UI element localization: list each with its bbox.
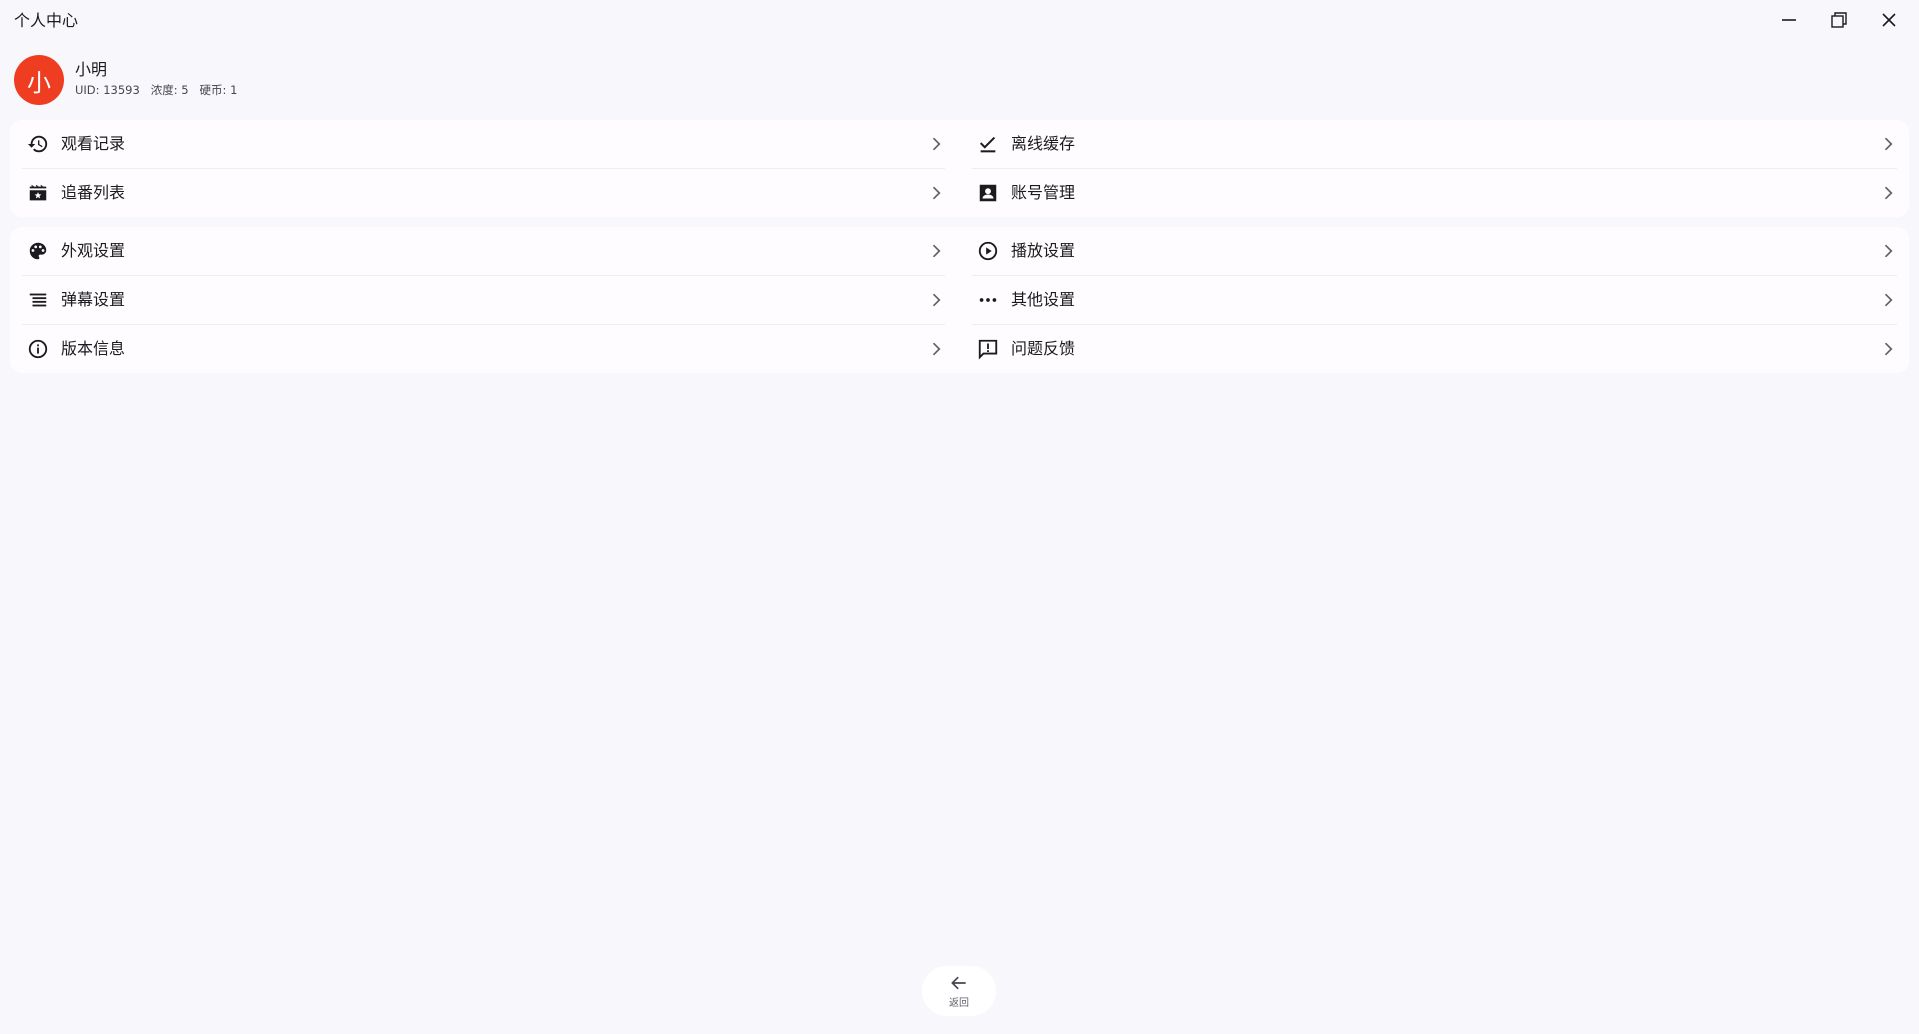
menu-item-feedback[interactable]: 问题反馈 xyxy=(960,325,1909,373)
menu-item-follow-list[interactable]: 追番列表 xyxy=(10,169,957,217)
subject-icon xyxy=(26,288,50,312)
menu-item-label: 账号管理 xyxy=(1011,183,1076,202)
history-icon xyxy=(26,132,50,156)
menu-item-label: 外观设置 xyxy=(61,241,126,260)
menu-item-label: 弹幕设置 xyxy=(61,290,126,309)
username: 小明 xyxy=(75,59,108,79)
maximize-button[interactable] xyxy=(1814,0,1864,40)
profile-info: 小明 UID: 13593 浓度: 5 硬币: 1 xyxy=(75,60,238,97)
check-icon xyxy=(976,132,1000,156)
menu-item-label: 播放设置 xyxy=(1011,241,1076,260)
menu-item-other-settings[interactable]: 其他设置 xyxy=(960,276,1909,324)
user-stats: UID: 13593 浓度: 5 硬币: 1 xyxy=(75,82,238,97)
chevron-right-icon xyxy=(925,240,947,262)
chevron-right-icon xyxy=(925,338,947,360)
menu-item-label: 追番列表 xyxy=(61,183,126,202)
menu-item-appearance-settings[interactable]: 外观设置 xyxy=(10,227,957,275)
chevron-right-icon xyxy=(925,182,947,204)
close-icon xyxy=(1882,13,1896,27)
avatar[interactable]: 小 xyxy=(14,55,64,105)
chevron-right-icon xyxy=(1877,133,1899,155)
maximize-icon xyxy=(1831,12,1847,28)
back-button[interactable]: 返回 xyxy=(922,966,996,1016)
chevron-right-icon xyxy=(1877,289,1899,311)
close-button[interactable] xyxy=(1864,0,1914,40)
menu-item-offline-cache[interactable]: 离线缓存 xyxy=(960,120,1909,168)
arrow-back-icon xyxy=(949,973,969,997)
menu-item-label: 观看记录 xyxy=(61,134,126,153)
menu-item-playback-settings[interactable]: 播放设置 xyxy=(960,227,1909,275)
chevron-right-icon xyxy=(925,289,947,311)
menu-item-history[interactable]: 观看记录 xyxy=(10,120,957,168)
minimize-icon xyxy=(1782,19,1796,21)
menu-item-label: 其他设置 xyxy=(1011,290,1076,309)
menu-item-label: 离线缓存 xyxy=(1011,134,1076,153)
back-label: 返回 xyxy=(949,998,969,1009)
window-title: 个人中心 xyxy=(14,11,79,30)
chevron-right-icon xyxy=(925,133,947,155)
play-circle-icon xyxy=(976,239,1000,263)
chevron-right-icon xyxy=(1877,240,1899,262)
minimize-button[interactable] xyxy=(1764,0,1814,40)
profile-header[interactable]: 小 小明 UID: 13593 浓度: 5 硬币: 1 xyxy=(14,55,237,105)
info-icon xyxy=(26,337,50,361)
chevron-right-icon xyxy=(1877,182,1899,204)
menu-item-danmaku-settings[interactable]: 弹幕设置 xyxy=(10,276,957,324)
chevron-right-icon xyxy=(1877,338,1899,360)
account-box-icon xyxy=(976,181,1000,205)
menu-item-label: 版本信息 xyxy=(61,339,126,358)
feedback-icon xyxy=(976,337,1000,361)
palette-icon xyxy=(26,239,50,263)
title-bar: 个人中心 xyxy=(0,0,1919,42)
menu-card-library: 观看记录 离线缓存 追番列表 账号管理 xyxy=(10,120,1909,217)
menu-card-settings: 外观设置 播放设置 弹幕设置 其他设置 版本信息 问题反馈 xyxy=(10,227,1909,373)
more-horiz-icon xyxy=(976,288,1000,312)
video-library-icon xyxy=(26,181,50,205)
menu-item-account-management[interactable]: 账号管理 xyxy=(960,169,1909,217)
menu-item-label: 问题反馈 xyxy=(1011,339,1076,358)
menu-item-version-info[interactable]: 版本信息 xyxy=(10,325,957,373)
